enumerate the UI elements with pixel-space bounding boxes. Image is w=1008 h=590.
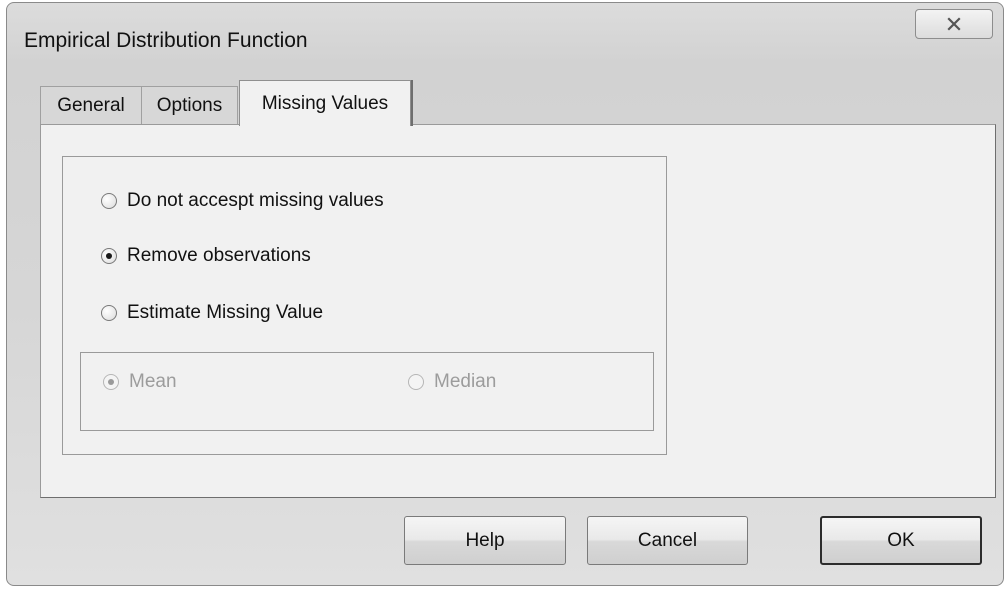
radio-do-not-accept-label: Do not accespt missing values: [127, 190, 384, 211]
radio-estimate-missing-button[interactable]: [101, 305, 117, 321]
tab-missing-values-label: Missing Values: [261, 92, 389, 114]
radio-remove-observations-button[interactable]: [101, 248, 117, 264]
tab-general[interactable]: General: [40, 86, 142, 124]
tab-missing-values[interactable]: Missing Values: [239, 80, 411, 126]
close-button[interactable]: [915, 9, 993, 39]
help-button[interactable]: Help: [404, 516, 566, 565]
radio-estimate-missing[interactable]: Estimate Missing Value: [101, 302, 323, 324]
window-title: Empirical Distribution Function: [24, 29, 308, 52]
missing-values-group: Do not accespt missing values Remove obs…: [62, 156, 667, 455]
tab-options[interactable]: Options: [142, 86, 238, 124]
radio-remove-observations-label: Remove observations: [127, 245, 311, 266]
estimate-method-group: Mean Median: [80, 352, 654, 431]
tab-options-label: Options: [156, 94, 223, 116]
radio-do-not-accept[interactable]: Do not accespt missing values: [101, 190, 384, 212]
radio-mean-button: [103, 374, 119, 390]
radio-remove-observations[interactable]: Remove observations: [101, 245, 311, 267]
radio-mean-label: Mean: [129, 371, 177, 392]
cancel-button[interactable]: Cancel: [587, 516, 748, 565]
tab-panel-missing-values: Do not accespt missing values Remove obs…: [40, 124, 996, 498]
radio-mean: Mean: [103, 371, 177, 393]
close-icon: [946, 17, 962, 31]
radio-median: Median: [408, 371, 496, 393]
radio-estimate-missing-label: Estimate Missing Value: [127, 302, 324, 323]
radio-do-not-accept-button[interactable]: [101, 193, 117, 209]
radio-median-button: [408, 374, 424, 390]
radio-median-label: Median: [434, 371, 497, 392]
ok-button[interactable]: OK: [820, 516, 982, 565]
tab-general-label: General: [57, 94, 125, 116]
